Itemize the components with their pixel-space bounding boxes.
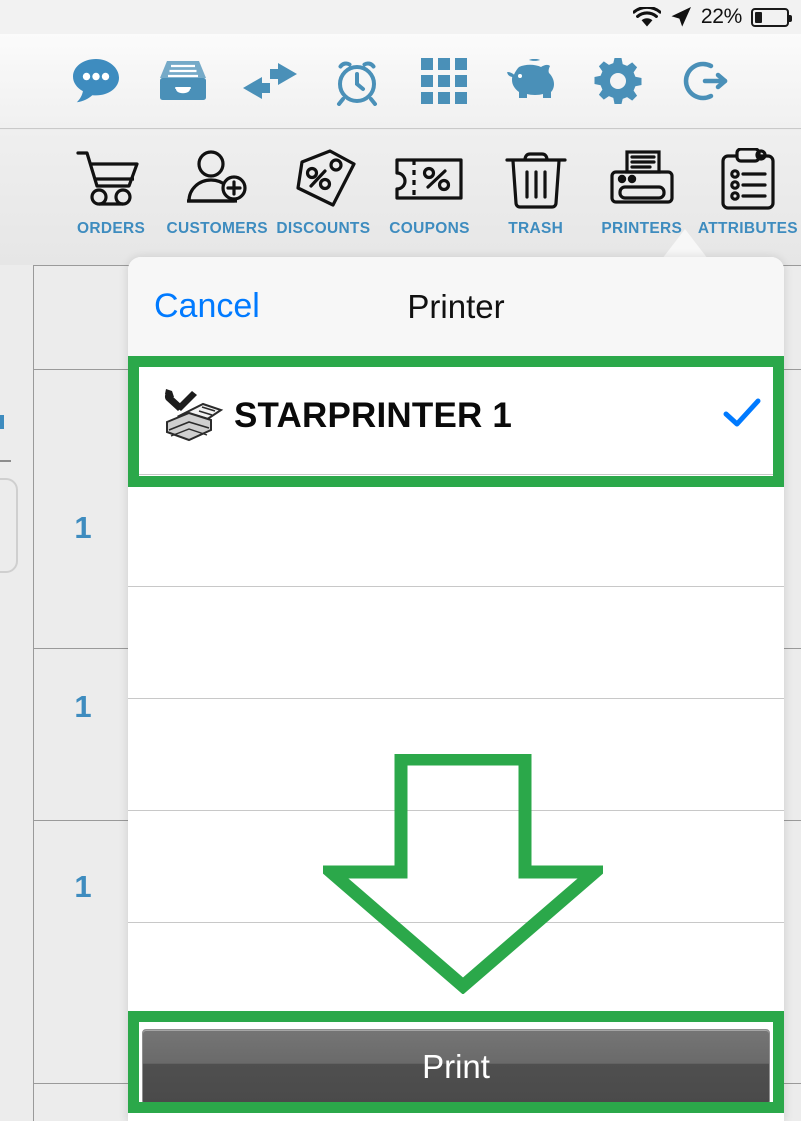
top-toolbar	[0, 34, 801, 129]
printer-list-item-empty[interactable]	[128, 699, 784, 811]
printer-icon	[607, 142, 677, 216]
clipboard-list-icon	[717, 142, 779, 216]
add-user-icon	[181, 142, 253, 216]
file-drawer-icon[interactable]	[154, 52, 212, 110]
price-tag-percent-icon	[287, 142, 359, 216]
printer-setup-icon	[150, 386, 234, 446]
cancel-button[interactable]: Cancel	[154, 287, 260, 326]
checkmark-icon	[722, 396, 762, 436]
toolbar-label: TRASH	[508, 220, 564, 237]
popover-header: Cancel Printer	[128, 257, 784, 357]
printer-name: STARPRINTER 1	[234, 395, 513, 435]
printer-list-item[interactable]: STARPRINTER 1	[128, 357, 784, 475]
chat-bubble-icon[interactable]	[67, 52, 125, 110]
print-button[interactable]: Print	[142, 1029, 770, 1105]
status-bar: 22%	[0, 0, 801, 34]
printer-picker-popover: Cancel Printer STARPRINTER 1 Print	[128, 257, 784, 1121]
left-edge-indicator	[0, 415, 4, 429]
toolbar-item-attributes[interactable]: ATTRIBUTES	[695, 142, 801, 238]
row-quantity: 1	[74, 689, 92, 724]
printer-list-item-empty[interactable]	[128, 475, 784, 587]
trash-can-icon	[503, 142, 569, 216]
shopping-cart-icon	[75, 142, 147, 216]
app-root: 22% ORDERS CUSTOMERS DISCOUNTS COUPONS T…	[0, 0, 801, 1121]
coupon-ticket-icon	[393, 142, 465, 216]
toolbar-label: ATTRIBUTES	[697, 220, 798, 237]
left-edge-panel	[0, 478, 18, 573]
toolbar-label: COUPONS	[389, 220, 470, 237]
grid-icon[interactable]	[415, 52, 473, 110]
print-button-container: Print	[128, 1019, 784, 1121]
toolbar-label: DISCOUNTS	[276, 220, 371, 237]
row-quantity: 1	[74, 510, 92, 545]
battery-percent-label: 22%	[700, 5, 742, 28]
piggy-bank-icon[interactable]	[502, 52, 560, 110]
toolbar-item-customers[interactable]: CUSTOMERS	[164, 142, 270, 238]
logout-icon[interactable]	[676, 52, 734, 110]
printer-list: STARPRINTER 1	[128, 357, 784, 1035]
printer-list-item-empty[interactable]	[128, 811, 784, 923]
printer-list-item-empty[interactable]	[128, 587, 784, 699]
toolbar-item-orders[interactable]: ORDERS	[58, 142, 164, 238]
row-quantity: 1	[74, 869, 92, 904]
toolbar-label: ORDERS	[77, 220, 146, 237]
print-button-label: Print	[422, 1048, 490, 1085]
toolbar-item-coupons[interactable]: COUPONS	[376, 142, 482, 238]
toolbar-item-printers[interactable]: PRINTERS	[589, 142, 695, 238]
toolbar-item-discounts[interactable]: DISCOUNTS	[270, 142, 376, 238]
battery-icon	[751, 7, 792, 27]
left-edge-dash	[0, 460, 11, 462]
toolbar-label: CUSTOMERS	[166, 220, 268, 237]
toolbar-item-trash[interactable]: TRASH	[483, 142, 589, 238]
scroll-indicator[interactable]	[590, 1108, 770, 1113]
toolbar-label: PRINTERS	[601, 220, 683, 237]
wifi-icon	[632, 6, 661, 28]
location-arrow-icon	[670, 6, 692, 28]
gear-icon[interactable]	[589, 52, 647, 110]
exchange-arrows-icon[interactable]	[241, 52, 299, 110]
alarm-clock-icon[interactable]	[328, 52, 386, 110]
